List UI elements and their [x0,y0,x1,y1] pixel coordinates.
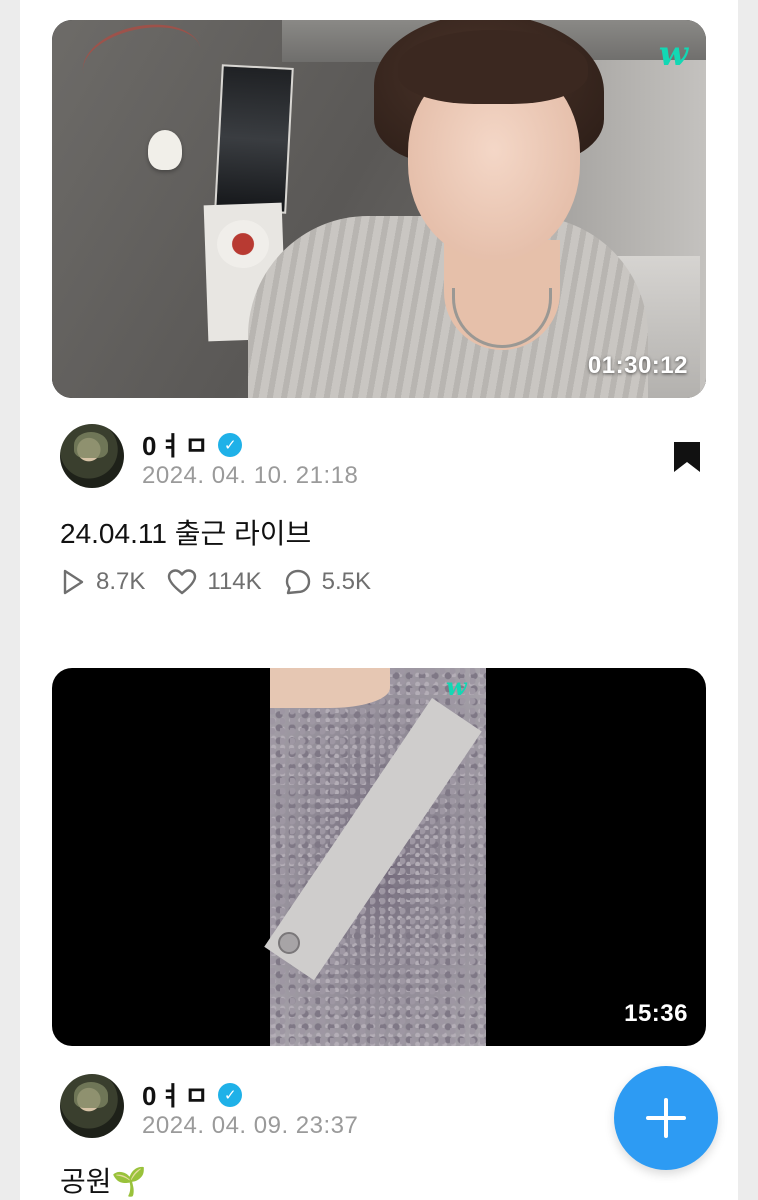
verified-badge-icon: ✓ [218,1082,243,1107]
play-icon [63,569,84,595]
comments-stat[interactable]: 5.5K [284,568,371,596]
post-title[interactable]: 공원🌱 [60,1160,146,1200]
video-duration: 15:36 [624,1000,688,1027]
weverse-logo-icon: w [446,672,467,701]
video-thumbnail-post-2[interactable]: w 15:36 [52,668,706,1046]
video-thumbnail-post-1[interactable]: w 01:30:12 [52,20,706,398]
plays-count: 8.7K [96,568,146,595]
bookmark-icon[interactable] [672,440,702,474]
create-post-button[interactable] [614,1066,718,1170]
post-title[interactable]: 24.04.11 출근 라이브 [60,512,311,552]
author-name[interactable]: 0ㅕㅁ [142,426,210,463]
verified-badge-icon: ✓ [218,432,243,457]
feed: w 01:30:12 0ㅕㅁ ✓ 2024. 04. 10. 21:18 24.… [20,0,738,1200]
comments-count: 5.5K [321,568,372,595]
post-meta: 0ㅕㅁ ✓ 2024. 04. 10. 21:18 [60,424,700,494]
likes-count: 114K [207,568,262,595]
avatar[interactable] [60,424,124,488]
comment-icon [285,569,310,595]
video-duration: 01:30:12 [587,352,688,379]
likes-stat[interactable]: 114K [167,568,262,596]
post-date: 2024. 04. 09. 23:37 [142,1112,359,1139]
post-meta: 0ㅕㅁ ✓ 2024. 04. 09. 23:37 [60,1074,700,1144]
weverse-logo-icon: w [658,34,688,74]
heart-icon [168,569,197,595]
plays-stat: 8.7K [60,568,145,596]
post-stats: 8.7K 114K 5.5K [60,568,371,596]
author-name[interactable]: 0ㅕㅁ [142,1076,210,1113]
avatar[interactable] [60,1074,124,1138]
post-date: 2024. 04. 10. 21:18 [142,462,359,489]
